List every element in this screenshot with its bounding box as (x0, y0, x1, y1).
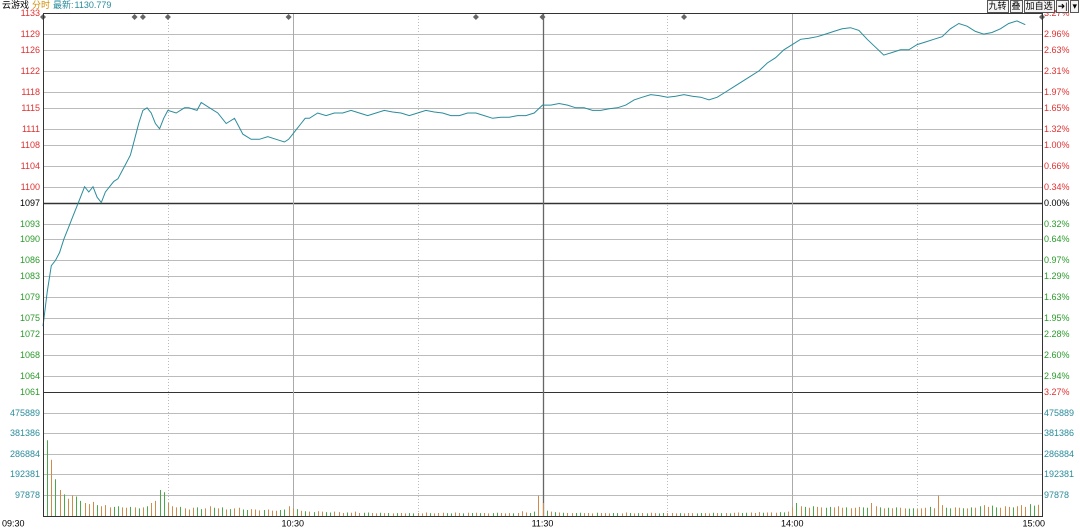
event-marker (681, 14, 688, 20)
percent-tick-label: 0.64% (1044, 234, 1070, 244)
percent-tick-label: 0.34% (1044, 182, 1070, 192)
price-tick-label: 1126 (21, 45, 40, 55)
time-axis-label: 15:00 (1022, 518, 1045, 528)
stack-button[interactable]: 叠 (1009, 0, 1023, 13)
price-tick-label: 1122 (21, 66, 40, 76)
price-tick-label: 1064 (20, 371, 40, 381)
percent-tick-label: 2.94% (1044, 371, 1070, 381)
volume-tick-label: 192381 (1044, 469, 1074, 479)
percent-tick-label: 2.60% (1044, 350, 1070, 360)
chart-mode[interactable]: 分时 (32, 0, 50, 10)
toolbar: 九转 叠 加自选 ➜| ▾ (986, 0, 1079, 13)
price-tick-label: 1068 (20, 350, 40, 360)
time-axis-label: 11:30 (532, 518, 554, 528)
chart-header: 云游戏 分时 最新:1130.779 (2, 0, 114, 11)
price-tick-label: 1075 (20, 313, 40, 323)
price-tick-label: 1061 (20, 387, 40, 397)
price-tick-label: 1090 (20, 234, 40, 244)
volume-tick-label: 475889 (10, 408, 40, 418)
percent-tick-label: 3.27% (1044, 387, 1070, 397)
price-tick-label: 1108 (21, 140, 40, 150)
add-watchlist-button[interactable]: 加自选 (1023, 0, 1055, 13)
instrument-name: 云游戏 (2, 0, 30, 10)
percent-tick-label: 2.96% (1044, 29, 1070, 39)
price-tick-label: 1118 (21, 87, 40, 97)
price-tick-label: 1086 (20, 255, 40, 265)
latest-label: 最新: (53, 0, 74, 10)
price-tick-label: 1104 (21, 161, 40, 171)
time-axis-label: 09:30 (2, 518, 25, 528)
percent-tick-label: 1.63% (1044, 292, 1070, 302)
price-tick-label: 1115 (21, 103, 40, 113)
price-tick-label: 1079 (20, 292, 40, 302)
percent-tick-label: 0.00% (1044, 198, 1070, 208)
price-tick-label: 1072 (20, 329, 40, 339)
percent-tick-label: 1.32% (1044, 124, 1070, 134)
volume-tick-label: 381386 (1044, 428, 1074, 438)
event-marker (164, 14, 171, 20)
percent-tick-label: 2.63% (1044, 45, 1070, 55)
price-line (42, 20, 1026, 327)
price-tick-label: 1097 (20, 198, 40, 208)
percent-tick-label: 0.66% (1044, 161, 1070, 171)
price-tick-label: 1083 (20, 271, 40, 281)
volume-tick-label: 286884 (10, 449, 40, 459)
volume-tick-label: 286884 (1044, 449, 1074, 459)
event-marker (539, 14, 546, 20)
chart-canvas: 11333.27%11292.96%11262.63%11222.31%1118… (2, 8, 1074, 529)
percent-tick-label: 1.29% (1044, 271, 1070, 281)
percent-tick-label: 2.31% (1044, 66, 1070, 76)
volume-tick-label: 97878 (15, 490, 40, 500)
percent-tick-label: 1.00% (1044, 140, 1070, 150)
pin-icon[interactable]: ➜| (1055, 0, 1070, 13)
volume-tick-label: 192381 (10, 469, 40, 479)
event-marker (131, 14, 138, 20)
percent-tick-label: 1.95% (1044, 313, 1070, 323)
latest-value: 1130.779 (74, 0, 112, 10)
percent-tick-label: 2.28% (1044, 329, 1070, 339)
volume-tick-label: 381386 (10, 428, 40, 438)
price-tick-label: 1093 (20, 219, 40, 229)
percent-tick-label: 0.32% (1044, 219, 1070, 229)
percent-tick-label: 1.97% (1044, 87, 1070, 97)
price-tick-label: 1129 (21, 29, 40, 39)
time-axis-label: 14:00 (781, 518, 804, 528)
price-tick-label: 1100 (21, 182, 40, 192)
event-marker (139, 14, 146, 20)
volume-tick-label: 475889 (1044, 408, 1074, 418)
percent-tick-label: 1.65% (1044, 103, 1070, 113)
volume-tick-label: 97878 (1044, 490, 1069, 500)
percent-tick-label: 0.97% (1044, 255, 1070, 265)
dropdown-icon[interactable]: ▾ (1070, 0, 1079, 13)
jiuzhuan-button[interactable]: 九转 (986, 0, 1009, 13)
event-marker (472, 14, 479, 20)
event-marker (285, 14, 292, 20)
time-axis-label: 10:30 (281, 518, 304, 528)
price-tick-label: 1111 (22, 124, 40, 134)
